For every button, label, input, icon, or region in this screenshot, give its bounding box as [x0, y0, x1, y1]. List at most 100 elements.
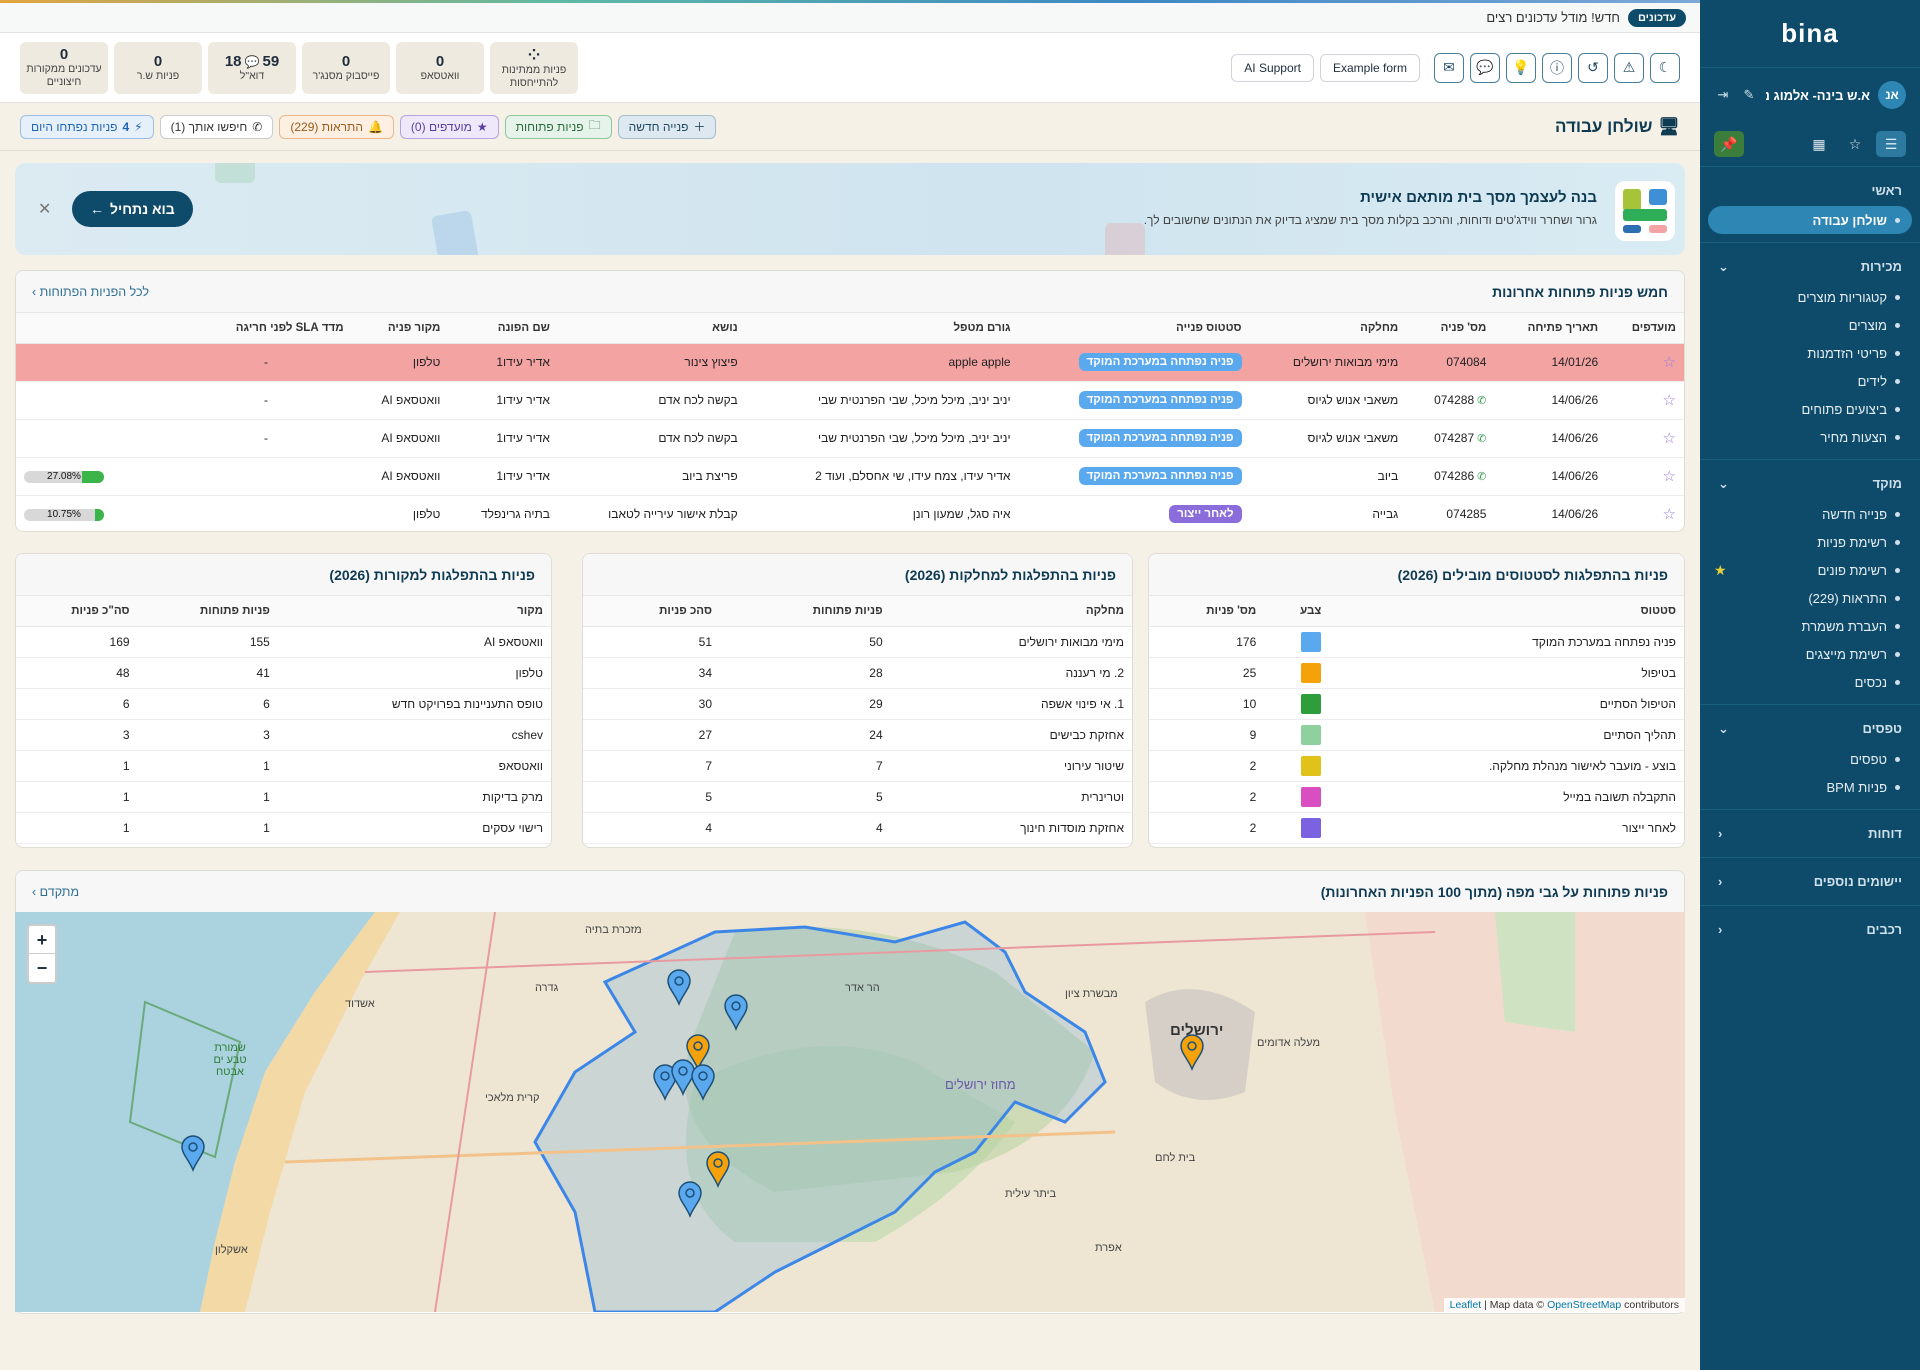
table-row[interactable]: וואטסאפ 1 1	[16, 750, 551, 782]
table-row[interactable]: טלפון 41 48	[16, 657, 551, 689]
column-header[interactable]: מחלקה	[890, 596, 1132, 627]
warning-icon[interactable]: ⚠	[1614, 52, 1644, 83]
alerts-button[interactable]: 🔔 התראות (229)	[279, 114, 394, 139]
sidebar-item[interactable]: הצעות מחיר	[1700, 423, 1920, 451]
table-row[interactable]: שיטור עירוני 7 7	[583, 750, 1132, 782]
history-icon[interactable]: ↺	[1578, 52, 1608, 83]
bina-logo[interactable]: bina	[1700, 0, 1920, 68]
stat-tile[interactable]: 0 עדכונים ממקורות חיצוניים	[20, 41, 108, 94]
sidebar-item[interactable]: פנייה חדשה	[1700, 500, 1920, 528]
sidebar-section-header[interactable]: טפסים ⌄	[1700, 713, 1920, 745]
stat-tile[interactable]: 59💬18 דוא"ל	[208, 41, 296, 94]
column-header[interactable]: מקור פניה	[351, 313, 449, 344]
map-marker[interactable]	[667, 969, 691, 1007]
column-header[interactable]: מקור	[277, 596, 551, 627]
star-icon[interactable]: ☆	[1840, 131, 1870, 157]
sidebar-item[interactable]: העברת משמרת	[1700, 612, 1920, 640]
request-number[interactable]: 074288	[1434, 393, 1474, 407]
request-number[interactable]: 074286	[1434, 469, 1474, 483]
leaflet-link[interactable]: Leaflet	[1450, 1299, 1482, 1311]
table-row[interactable]: מימי מבואות ירושלים 50 51	[583, 626, 1132, 658]
column-header[interactable]: צבע	[1264, 596, 1330, 627]
column-header[interactable]: סטטוס פנייה	[1018, 313, 1250, 344]
table-row[interactable]: בוצע - מועבר לאישור מנהלת מחלקה. 2	[1149, 750, 1684, 782]
table-row[interactable]: תהליך הסתיים 9	[1149, 719, 1684, 751]
sidebar-item[interactable]: התראות (229)	[1700, 584, 1920, 612]
lets-start-button[interactable]: בוא נתחיל ←	[72, 191, 193, 227]
menu-icon[interactable]: ☰	[1876, 131, 1906, 157]
table-row[interactable]: ☆ 14/01/26 074084 מימי מבואות ירושלים פניה נ…	[16, 343, 1684, 382]
notice-text[interactable]: חדש! מודל עדכונים רצים	[1486, 10, 1620, 25]
user-name[interactable]: א.ש בינה- אלמוג נ...	[1766, 88, 1870, 103]
sidebar-item[interactable]: קטגוריות מוצרים	[1700, 283, 1920, 311]
bulb-icon[interactable]: 💡	[1506, 52, 1536, 83]
table-row[interactable]: 2. מי רעננה 28 34	[583, 657, 1132, 689]
stat-tile[interactable]: ⁘ פניות ממתינות להתייחסות	[490, 41, 578, 94]
column-header[interactable]: פניות פתוחות	[720, 596, 891, 627]
map-marker[interactable]	[1180, 1034, 1204, 1072]
table-row[interactable]: ☆ 14/06/26 074285 גבייה לאחר ייצור איה סגל, ש…	[16, 495, 1684, 531]
updates-badge[interactable]: עדכונים	[1627, 8, 1686, 27]
table-row[interactable]: הטיפול הסתיים 10	[1149, 688, 1684, 720]
table-row[interactable]: פניה נפתחה במערכת המוקד 176	[1149, 626, 1684, 658]
sidebar-item[interactable]: שולחן עבודה	[1708, 206, 1912, 234]
request-number[interactable]: 074285	[1446, 507, 1486, 521]
sidebar-section-header[interactable]: דוחות ‹	[1700, 818, 1920, 849]
example-form-button[interactable]: Example form	[1319, 53, 1420, 82]
star-outline-icon[interactable]: ☆	[1663, 354, 1676, 371]
map-view[interactable]: ירושלים מעלה אדומים אשדוד אשקלון קרית מל…	[15, 912, 1685, 1312]
advanced-link[interactable]: מתקדם ›	[32, 885, 79, 899]
star-outline-icon[interactable]: ☆	[1663, 468, 1676, 485]
column-header[interactable]: מס' פניה	[1406, 313, 1495, 344]
sidebar-item[interactable]: פריטי הזדמנות	[1700, 339, 1920, 367]
column-header[interactable]: תאריך פתיחה	[1494, 313, 1607, 344]
chat-icon[interactable]: 💬	[1470, 52, 1500, 83]
request-number[interactable]: 074287	[1434, 431, 1474, 445]
moon-icon[interactable]: ☾	[1650, 52, 1680, 83]
star-outline-icon[interactable]: ☆	[1663, 392, 1676, 409]
column-header[interactable]: נושא	[557, 313, 746, 344]
searching-you-button[interactable]: ✆ חיפשו אותך (1)	[159, 114, 274, 139]
grid-icon[interactable]: ▦	[1804, 131, 1834, 157]
map-marker[interactable]	[181, 1135, 205, 1173]
map-marker[interactable]	[706, 1151, 730, 1189]
sidebar-section-header[interactable]: מוקד ⌄	[1700, 468, 1920, 500]
column-header[interactable]: סהכ פניות	[583, 596, 720, 627]
sidebar-item[interactable]: טפסים	[1700, 745, 1920, 773]
sidebar-item[interactable]: רשימת פונים ★	[1700, 556, 1920, 584]
close-icon[interactable]: ✕	[38, 199, 51, 219]
table-row[interactable]: בטיפול 25	[1149, 657, 1684, 689]
column-header[interactable]: מועדפים	[1606, 313, 1684, 344]
stat-tile[interactable]: 0 פניות ש.ר	[114, 41, 202, 94]
stat-tile[interactable]: 0 פייסבוק מסנג'ר	[302, 41, 390, 94]
star-icon[interactable]: ★	[1714, 562, 1727, 579]
column-header[interactable]: מדד SLA לפני חריגה	[16, 313, 352, 344]
column-header[interactable]: פניות פתוחות	[137, 596, 278, 627]
column-header[interactable]: סה"כ פניות	[16, 596, 138, 627]
column-header[interactable]: סטטוס	[1329, 596, 1684, 627]
table-row[interactable]: רישוי עסקים 1 1	[16, 812, 551, 844]
stat-tile[interactable]: 0 וואטסאפ	[396, 41, 484, 94]
open-requests-button[interactable]: 🗀 פניות פתוחות	[504, 114, 612, 139]
table-row[interactable]: אחזקת מוסדות חינוך 4 4	[583, 812, 1132, 844]
mail-icon[interactable]: ✉	[1434, 52, 1464, 83]
zoom-out-button[interactable]: −	[29, 954, 55, 982]
table-row[interactable]: 1. אי פינוי אשפה 29 30	[583, 688, 1132, 720]
star-outline-icon[interactable]: ☆	[1663, 506, 1676, 523]
table-row[interactable]: ☆ 14/06/26 ✆ 074286 ביוב פניה נפתחה במערכת ה…	[16, 457, 1684, 496]
table-row[interactable]: cshev 3 3	[16, 719, 551, 751]
osm-link[interactable]: OpenStreetMap	[1547, 1299, 1621, 1311]
sidebar-section-header[interactable]: רכבים ‹	[1700, 914, 1920, 945]
table-row[interactable]: ☆ 14/06/26 ✆ 074288 משאבי אנוש לגיוס פניה נפ…	[16, 381, 1684, 420]
logout-icon[interactable]: ⇥	[1714, 87, 1732, 103]
new-request-button[interactable]: ＋ פנייה חדשה	[617, 114, 717, 139]
sidebar-item[interactable]: נכסים	[1700, 668, 1920, 696]
sidebar-section-header[interactable]: ראשי	[1700, 175, 1920, 206]
zoom-in-button[interactable]: +	[29, 926, 55, 954]
column-header[interactable]: שם הפונה	[448, 313, 558, 344]
sidebar-item[interactable]: רשימת פניות	[1700, 528, 1920, 556]
all-open-requests-link[interactable]: לכל הפניות הפתוחות ›	[32, 285, 149, 299]
map-marker[interactable]	[671, 1059, 695, 1097]
column-header[interactable]: מחלקה	[1249, 313, 1407, 344]
avatar[interactable]: אנ	[1878, 81, 1906, 109]
